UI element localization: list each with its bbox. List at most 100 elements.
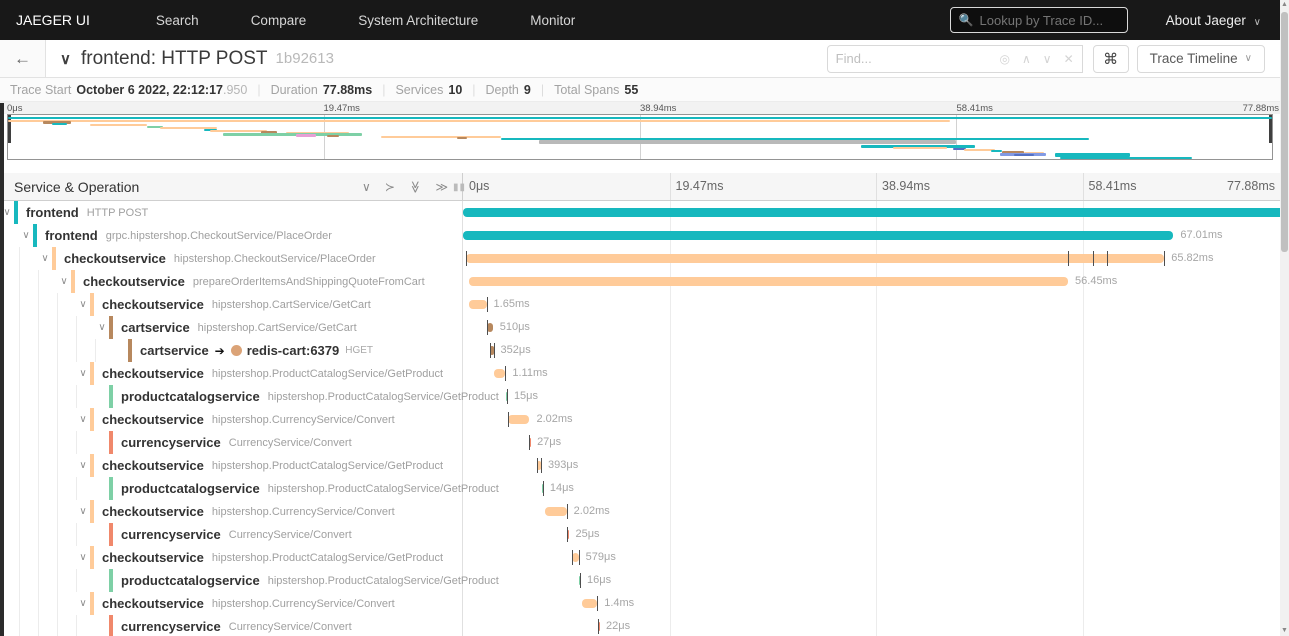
- chevron-down-icon[interactable]: ∨: [38, 253, 52, 264]
- span-tree-row[interactable]: cartservice ➔ redis-cart:6379 HGET: [0, 339, 462, 362]
- indent-guide: [76, 523, 95, 546]
- back-button[interactable]: ←: [0, 40, 46, 77]
- clear-find-icon[interactable]: ✕: [1064, 52, 1074, 66]
- chevron-down-icon[interactable]: ∨: [76, 552, 90, 563]
- span-duration-bar[interactable]: [469, 277, 1069, 286]
- span-bar-row[interactable]: [463, 201, 1289, 224]
- span-bar-row[interactable]: 65.82ms: [463, 247, 1289, 270]
- chevron-down-icon[interactable]: ∨: [57, 276, 71, 287]
- span-bar-row[interactable]: 1.4ms: [463, 592, 1289, 615]
- trace-id-lookup-input[interactable]: [979, 12, 1110, 28]
- span-tree-row[interactable]: ∨ checkoutservice hipstershop.CheckoutServ…: [0, 247, 462, 270]
- span-tree-row[interactable]: productcatalogservice hipstershop.Product…: [0, 569, 499, 592]
- span-tree-row[interactable]: currencyservice CurrencyService/Convert: [0, 431, 462, 454]
- chevron-down-icon[interactable]: ∨: [76, 460, 90, 471]
- span-duration-bar[interactable]: [466, 254, 1165, 263]
- find-box[interactable]: ◎ ∧ ∨ ✕: [826, 44, 1083, 73]
- span-tree-row[interactable]: ∨ checkoutservice hipstershop.ProductCatal…: [0, 546, 462, 569]
- span-duration-bar[interactable]: [545, 507, 567, 516]
- collapse-one-icon[interactable]: ∨: [362, 180, 371, 194]
- nav-item-search[interactable]: Search: [156, 13, 199, 28]
- span-tree-row[interactable]: ∨ checkoutservice hipstershop.CurrencyServ…: [0, 500, 462, 523]
- nav-item-system-architecture[interactable]: System Architecture: [358, 13, 478, 28]
- span-bar-row[interactable]: 1.11ms: [463, 362, 1289, 385]
- indent-guide: [57, 362, 76, 385]
- span-bar-row[interactable]: 27μs: [463, 431, 1289, 454]
- chevron-down-icon[interactable]: ∨: [76, 414, 90, 425]
- chevron-down-icon[interactable]: ∨: [76, 299, 90, 310]
- span-bar-row[interactable]: 510μs: [463, 316, 1289, 339]
- span-tree-row[interactable]: ∨ frontend grpc.hipstershop.CheckoutServic…: [0, 224, 462, 247]
- prev-match-icon[interactable]: ∧: [1022, 52, 1031, 66]
- span-bar-row[interactable]: 22μs: [463, 615, 1289, 636]
- scroll-up-icon[interactable]: ▲: [1280, 0, 1289, 10]
- service-name: frontend: [26, 205, 79, 220]
- span-bar-row[interactable]: 25μs: [463, 523, 1289, 546]
- next-match-icon[interactable]: ∨: [1043, 52, 1052, 66]
- span-tree-row[interactable]: ∨ checkoutservice hipstershop.CurrencyServ…: [0, 592, 462, 615]
- nav-item-compare[interactable]: Compare: [251, 13, 307, 28]
- brand-jaeger-ui[interactable]: JAEGER UI: [16, 12, 90, 28]
- span-bar-row[interactable]: 393μs: [463, 454, 1289, 477]
- chevron-down-icon[interactable]: ∨: [95, 322, 109, 333]
- span-duration-bar[interactable]: [469, 300, 487, 309]
- minimap-span-segment: [296, 134, 317, 137]
- match-target-icon[interactable]: ◎: [1000, 52, 1010, 66]
- minimap-gridline: [956, 115, 957, 159]
- find-input[interactable]: [835, 51, 986, 66]
- about-jaeger-menu[interactable]: About Jaeger ∨: [1166, 13, 1261, 28]
- span-tree-row[interactable]: ∨ checkoutservice hipstershop.CartService/…: [0, 293, 462, 316]
- nav-item-monitor[interactable]: Monitor: [530, 13, 575, 28]
- scrollbar-thumb[interactable]: [1281, 12, 1288, 252]
- span-tree-row[interactable]: productcatalogservice hipstershop.Product…: [0, 385, 499, 408]
- span-bar-row[interactable]: 579μs: [463, 546, 1289, 569]
- span-tree-row[interactable]: productcatalogservice hipstershop.Product…: [0, 477, 499, 500]
- scroll-down-icon[interactable]: ▼: [1280, 626, 1289, 636]
- minimap-right-handle[interactable]: [1269, 115, 1272, 143]
- chevron-down-icon[interactable]: ∨: [19, 230, 33, 241]
- service-operation-label: Service & Operation: [14, 178, 140, 195]
- keyboard-shortcuts-button[interactable]: ⌘: [1092, 44, 1129, 73]
- span-bar-row[interactable]: 56.45ms: [463, 270, 1289, 293]
- span-duration-bar[interactable]: [582, 599, 598, 608]
- timeline-tick-label: 77.88ms: [1227, 179, 1275, 193]
- span-tree-row[interactable]: ∨ checkoutservice hipstershop.ProductCatal…: [0, 454, 462, 477]
- expand-one-icon[interactable]: ≻: [385, 180, 395, 194]
- span-duration-bar[interactable]: [508, 415, 530, 424]
- trace-minimap[interactable]: [7, 114, 1273, 160]
- indent-guide: [76, 431, 95, 454]
- trace-view-selector[interactable]: Trace Timeline ∨: [1136, 44, 1265, 73]
- span-bar-row[interactable]: 2.02ms: [463, 500, 1289, 523]
- span-duration-bar[interactable]: [463, 231, 1174, 240]
- span-bar-row[interactable]: 1.65ms: [463, 293, 1289, 316]
- span-tree-row[interactable]: ∨ checkoutservice hipstershop.CurrencyServ…: [0, 408, 462, 431]
- expand-all-icon[interactable]: ≫: [435, 180, 448, 194]
- trace-id-lookup[interactable]: 🔍: [949, 7, 1128, 33]
- span-boundary-tick: [505, 366, 507, 381]
- chevron-down-icon[interactable]: ∨: [76, 598, 90, 609]
- span-bar-row[interactable]: 16μs: [463, 569, 1289, 592]
- timeline-gridline: [876, 173, 877, 200]
- span-boundary-tick: [1068, 251, 1070, 266]
- span-bar-row[interactable]: 15μs: [463, 385, 1289, 408]
- collapse-trace-chevron-icon[interactable]: ∨: [60, 50, 71, 68]
- span-tree-row[interactable]: currencyservice CurrencyService/Convert: [0, 615, 462, 636]
- span-duration-bar[interactable]: [493, 369, 506, 378]
- service-color-bar: [90, 362, 94, 385]
- span-duration-bar[interactable]: [463, 208, 1289, 217]
- span-bar-row[interactable]: 67.01ms: [463, 224, 1289, 247]
- span-tree-row[interactable]: ∨ frontend HTTP POST: [0, 201, 462, 224]
- span-bar-row[interactable]: 14μs: [463, 477, 1289, 500]
- vertical-scrollbar[interactable]: ▲ ▼: [1280, 0, 1289, 636]
- span-tree-row[interactable]: currencyservice CurrencyService/Convert: [0, 523, 462, 546]
- chevron-down-icon[interactable]: ∨: [76, 506, 90, 517]
- span-tree-row[interactable]: ∨ cartservice hipstershop.CartService/GetC…: [0, 316, 462, 339]
- span-bar-row[interactable]: 352μs: [463, 339, 1289, 362]
- span-tree-row[interactable]: ∨ checkoutservice prepareOrderItemsAndShip…: [0, 270, 462, 293]
- chevron-down-icon[interactable]: ∨: [76, 368, 90, 379]
- summary-item: Total Spans 55: [554, 82, 639, 97]
- span-duration-label: 579μs: [585, 551, 616, 563]
- span-tree-row[interactable]: ∨ checkoutservice hipstershop.ProductCatal…: [0, 362, 462, 385]
- span-bar-row[interactable]: 2.02ms: [463, 408, 1289, 431]
- collapse-all-icon[interactable]: ≫: [408, 180, 422, 193]
